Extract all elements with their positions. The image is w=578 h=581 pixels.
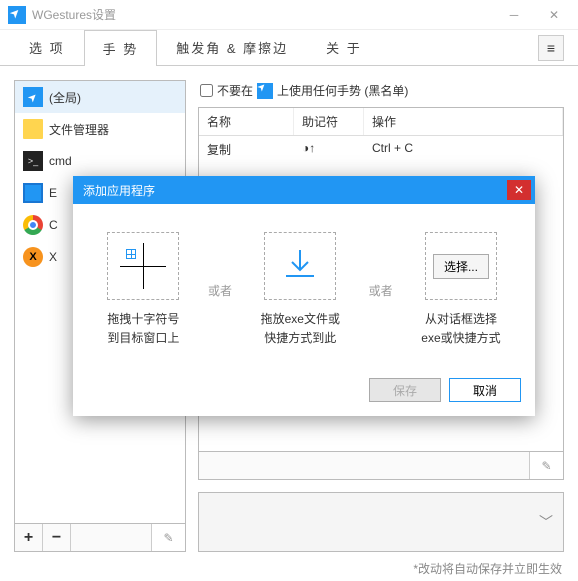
- dialog-title: 添加应用程序: [83, 182, 507, 199]
- app-item-cmd[interactable]: >_ cmd: [15, 145, 185, 177]
- or-label: 或者: [208, 282, 232, 299]
- pencil-icon: ✎: [163, 531, 173, 545]
- dialog-footer: 保存 取消: [73, 368, 535, 416]
- tab-about[interactable]: 关 于: [307, 29, 381, 65]
- blacklist-post: 上使用任何手势 (黑名单): [277, 82, 408, 99]
- window-titlebar: WGestures设置 ─ ✕: [0, 0, 578, 30]
- add-app-dialog: 添加应用程序 ✕ 拖拽十字符号 到目标窗口上 或者 拖放exe文件或: [73, 176, 535, 416]
- xshell-icon: X: [23, 247, 43, 267]
- tab-bar: 选 项 手 势 触发角 & 摩擦边 关 于 ≡: [0, 30, 578, 66]
- method-label: 拖放exe文件或 快捷方式到此: [261, 310, 340, 348]
- mnemonic-icon: ◑↑: [302, 141, 315, 155]
- col-name[interactable]: 名称: [199, 108, 294, 135]
- col-mnemonic[interactable]: 助记符: [294, 108, 364, 135]
- col-operation[interactable]: 操作: [364, 108, 563, 135]
- hamburger-icon: ≡: [547, 40, 555, 56]
- app-icon: [8, 6, 26, 24]
- remove-app-button[interactable]: −: [43, 524, 71, 551]
- blacklist-checkbox[interactable]: [200, 84, 213, 97]
- dialog-body: 拖拽十字符号 到目标窗口上 或者 拖放exe文件或 快捷方式到此 或者 选择..…: [73, 204, 535, 368]
- tab-options[interactable]: 选 项: [10, 29, 84, 65]
- table-row[interactable]: 复制 ◑↑ Ctrl + C: [199, 136, 563, 163]
- app-item-label: 文件管理器: [49, 121, 109, 138]
- browse-button[interactable]: 选择...: [433, 254, 489, 279]
- app-item-label: E: [49, 186, 57, 200]
- exe-dropzone[interactable]: [264, 232, 336, 300]
- minimize-button[interactable]: ─: [494, 1, 534, 29]
- method-browse: 选择... 从对话框选择 exe或快捷方式: [421, 232, 500, 348]
- cell-name: 复制: [199, 136, 294, 163]
- crosshair-icon: [126, 249, 136, 259]
- browse-box: 选择...: [425, 232, 497, 300]
- method-drag-crosshair: 拖拽十字符号 到目标窗口上: [107, 232, 179, 348]
- save-button[interactable]: 保存: [369, 378, 441, 402]
- cmd-icon: >_: [23, 151, 43, 171]
- app-item-label: C: [49, 218, 58, 232]
- or-label: 或者: [369, 282, 393, 299]
- table-header: 名称 助记符 操作: [199, 108, 563, 136]
- method-label: 拖拽十字符号 到目标窗口上: [107, 310, 179, 348]
- edit-app-button[interactable]: ✎: [151, 524, 185, 551]
- dialog-close-button[interactable]: ✕: [507, 180, 531, 200]
- cell-mnemonic: ◑↑: [294, 136, 364, 163]
- app-list-toolbar: + − ✎: [14, 524, 186, 552]
- chrome-icon: [23, 215, 43, 235]
- folder-icon: [23, 119, 43, 139]
- tab-gestures[interactable]: 手 势: [84, 30, 158, 66]
- app-item-global[interactable]: (全局): [15, 81, 185, 113]
- blacklist-row: 不要在 上使用任何手势 (黑名单): [198, 80, 564, 107]
- cancel-button[interactable]: 取消: [449, 378, 521, 402]
- blacklist-pre: 不要在: [217, 82, 253, 99]
- close-button[interactable]: ✕: [534, 1, 574, 29]
- footer-hint: *改动将自动保存并立即生效: [0, 556, 578, 581]
- add-app-button[interactable]: +: [15, 524, 43, 551]
- cell-operation: Ctrl + C: [364, 136, 563, 163]
- method-drop-exe: 拖放exe文件或 快捷方式到此: [261, 232, 340, 348]
- window-icon: [23, 183, 43, 203]
- global-icon: [23, 87, 43, 107]
- tab-trigger[interactable]: 触发角 & 摩擦边: [157, 29, 307, 65]
- gesture-preview[interactable]: ﹀: [198, 492, 564, 552]
- app-item-explorer[interactable]: 文件管理器: [15, 113, 185, 145]
- download-icon: [280, 246, 320, 286]
- menu-button[interactable]: ≡: [538, 35, 564, 61]
- app-item-label: (全局): [49, 89, 81, 106]
- dialog-titlebar[interactable]: 添加应用程序 ✕: [73, 176, 535, 204]
- crosshair-dropzone[interactable]: [107, 232, 179, 300]
- window-title: WGestures设置: [32, 6, 494, 23]
- app-mini-icon: [257, 83, 273, 99]
- chevron-down-icon: ﹀: [539, 512, 553, 532]
- edit-gesture-button[interactable]: ✎: [529, 452, 563, 479]
- pencil-icon: ✎: [541, 459, 551, 473]
- method-label: 从对话框选择 exe或快捷方式: [421, 310, 500, 348]
- app-item-label: cmd: [49, 154, 72, 168]
- app-item-label: X: [49, 250, 57, 264]
- gesture-toolbar: ✎: [198, 452, 564, 480]
